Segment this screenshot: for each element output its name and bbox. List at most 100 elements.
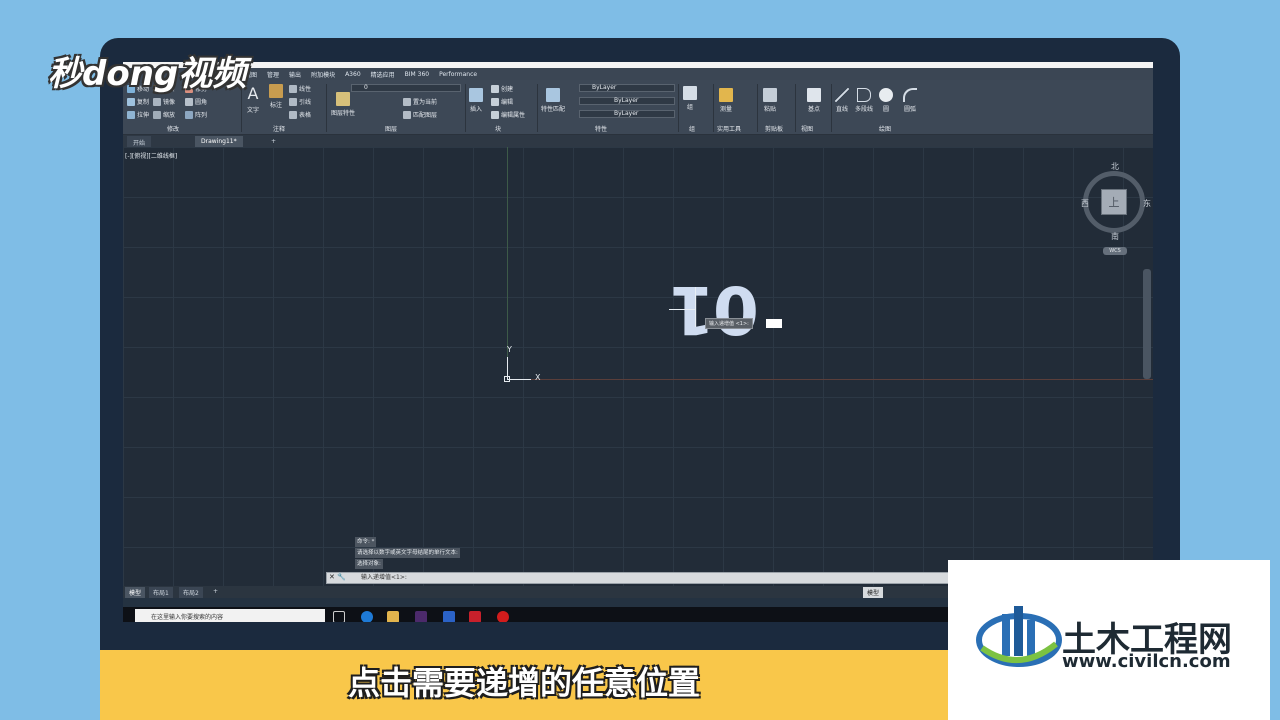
text-button[interactable]: A 文字 bbox=[247, 84, 259, 114]
screen: 数化 视图 管理 输出 附加模块 A360 精选应用 BIM 360 Perfo… bbox=[123, 62, 1153, 622]
clipboard-group-label[interactable]: 剪贴板 bbox=[765, 124, 783, 133]
insert-button[interactable]: 插入 bbox=[469, 88, 483, 113]
group-button[interactable]: 组 bbox=[683, 86, 697, 111]
circle-button[interactable]: 圆 bbox=[879, 88, 893, 113]
mirror-button[interactable]: 镜像 bbox=[153, 97, 175, 106]
layer-dropdown[interactable]: 0 bbox=[351, 84, 461, 92]
tab-drawing11[interactable]: Drawing11* bbox=[195, 136, 243, 147]
edge-icon[interactable] bbox=[361, 611, 373, 622]
table-icon bbox=[289, 110, 297, 119]
array-button[interactable]: 阵列 bbox=[185, 110, 207, 119]
layers-group-label[interactable]: 图层 bbox=[385, 124, 397, 133]
paste-button[interactable]: 粘贴 bbox=[763, 88, 777, 113]
fillet-icon bbox=[185, 97, 193, 106]
new-tab-button[interactable]: + bbox=[265, 136, 282, 147]
text-icon: A bbox=[247, 84, 259, 103]
set-current-button[interactable]: 置为当前 bbox=[403, 97, 437, 106]
wrench-icon[interactable]: 🔧 bbox=[337, 573, 346, 581]
annotation-group-label[interactable]: 注释 bbox=[273, 124, 285, 133]
dimension-button[interactable]: 标注 bbox=[269, 84, 283, 109]
utilities-group-label[interactable]: 实用工具 bbox=[717, 124, 741, 133]
close-icon[interactable]: ✕ bbox=[329, 573, 335, 581]
status-model[interactable]: 模型 bbox=[863, 587, 884, 598]
block-group-label[interactable]: 块 bbox=[495, 124, 501, 133]
divider bbox=[757, 84, 758, 132]
divider bbox=[713, 84, 714, 132]
tab-model[interactable]: 模型 bbox=[125, 587, 146, 598]
viewcube-west[interactable]: 西 bbox=[1081, 198, 1089, 209]
copy-button[interactable]: 复制 bbox=[127, 97, 149, 106]
edit-attribute-button[interactable]: 编辑属性 bbox=[491, 110, 525, 119]
polyline-icon bbox=[857, 88, 871, 102]
scale-button[interactable]: 缩放 bbox=[153, 110, 175, 119]
ucs-x-label: X bbox=[535, 373, 541, 382]
viewcube-south[interactable]: 南 bbox=[1111, 231, 1119, 242]
ucs-x-axis bbox=[507, 379, 531, 380]
search-placeholder: 在这里输入你要搜索的内容 bbox=[151, 614, 224, 621]
line-icon bbox=[835, 88, 849, 102]
navigation-bar[interactable] bbox=[1143, 269, 1151, 379]
line-button[interactable]: 直线 bbox=[835, 88, 849, 113]
measure-icon bbox=[719, 88, 733, 102]
base-icon bbox=[807, 88, 821, 102]
add-layout-button[interactable]: + bbox=[209, 587, 222, 596]
history-line: 命令: * bbox=[355, 537, 377, 547]
viewcube-north[interactable]: 北 bbox=[1111, 161, 1119, 172]
ribbon-tab[interactable]: 输出 bbox=[289, 70, 301, 79]
view-group-label[interactable]: 视图 bbox=[801, 124, 813, 133]
paste-icon bbox=[763, 88, 777, 102]
viewcube-east[interactable]: 东 bbox=[1143, 198, 1151, 209]
layer-properties-button[interactable]: 图层特性 bbox=[331, 92, 355, 117]
divider bbox=[831, 84, 832, 132]
dynamic-input-field[interactable] bbox=[766, 319, 782, 328]
edit-block-button[interactable]: 编辑 bbox=[491, 97, 513, 106]
drawing-canvas[interactable]: [-][俯视][二维线框] Y X 01 输入递增值 <1>: 上 北 南 西 … bbox=[123, 147, 1153, 587]
ucs-origin bbox=[504, 376, 510, 382]
taskbar-search[interactable]: 在这里输入你要搜索的内容 bbox=[135, 609, 325, 622]
ribbon-tab[interactable]: 管理 bbox=[267, 70, 279, 79]
record-icon[interactable] bbox=[497, 611, 509, 622]
measure-button[interactable]: 测量 bbox=[719, 88, 733, 113]
tab-layout1[interactable]: 布局1 bbox=[149, 587, 173, 598]
draw-group-label[interactable]: 绘图 bbox=[879, 124, 891, 133]
create-block-button[interactable]: 创建 bbox=[491, 84, 513, 93]
color-dropdown[interactable]: ByLayer bbox=[579, 84, 675, 92]
linear-button[interactable]: 线性 bbox=[289, 84, 311, 93]
tab-layout2[interactable]: 布局2 bbox=[179, 587, 203, 598]
linetype-dropdown[interactable]: ByLayer bbox=[579, 97, 675, 105]
stretch-button[interactable]: 拉伸 bbox=[127, 110, 149, 119]
groups-group-label[interactable]: 组 bbox=[689, 124, 695, 133]
history-line: 选择对象: bbox=[355, 559, 383, 569]
ribbon-tab[interactable]: A360 bbox=[345, 71, 361, 78]
viewport-label[interactable]: [-][俯视][二维线框] bbox=[125, 151, 177, 160]
wcs-menu[interactable]: WCS bbox=[1103, 247, 1127, 255]
command-prompt: 输入递增值<1>: bbox=[361, 574, 407, 581]
ribbon-tab[interactable]: Performance bbox=[439, 71, 477, 78]
lineweight-dropdown[interactable]: ByLayer bbox=[579, 110, 675, 118]
ribbon-tabs: 数化 视图 管理 输出 附加模块 A360 精选应用 BIM 360 Perfo… bbox=[123, 68, 1153, 80]
fillet-button[interactable]: 圆角 bbox=[185, 97, 207, 106]
ribbon-tab[interactable]: 视图 bbox=[245, 70, 257, 79]
polyline-button[interactable]: 多段线 bbox=[855, 88, 873, 113]
table-button[interactable]: 表格 bbox=[289, 110, 311, 119]
premiere-icon[interactable] bbox=[415, 611, 427, 622]
layers-icon bbox=[336, 92, 350, 106]
arc-button[interactable]: 圆弧 bbox=[903, 88, 917, 113]
match-properties-button[interactable]: 特性匹配 bbox=[541, 88, 565, 113]
match-layer-button[interactable]: 匹配图层 bbox=[403, 110, 437, 119]
base-point-button[interactable]: 基点 bbox=[807, 88, 821, 113]
autocad-icon[interactable] bbox=[469, 611, 481, 622]
match-properties-icon bbox=[546, 88, 560, 102]
wps-icon[interactable] bbox=[443, 611, 455, 622]
ribbon-tab[interactable]: BIM 360 bbox=[405, 71, 429, 78]
viewcube-top-face[interactable]: 上 bbox=[1101, 189, 1127, 215]
leader-button[interactable]: 引线 bbox=[289, 97, 311, 106]
ribbon-tab[interactable]: 附加模块 bbox=[311, 70, 335, 79]
ribbon-tab[interactable]: 精选应用 bbox=[371, 70, 395, 79]
task-view-icon[interactable] bbox=[333, 611, 345, 622]
modify-group-label[interactable]: 修改 bbox=[167, 124, 179, 133]
folder-icon[interactable] bbox=[387, 611, 399, 622]
tab-start[interactable]: 开始 bbox=[127, 136, 152, 147]
command-history: 命令: * 请选择以数字或英文字母结尾的单行文本: 选择对象: bbox=[355, 537, 460, 570]
properties-group-label[interactable]: 特性 bbox=[595, 124, 607, 133]
